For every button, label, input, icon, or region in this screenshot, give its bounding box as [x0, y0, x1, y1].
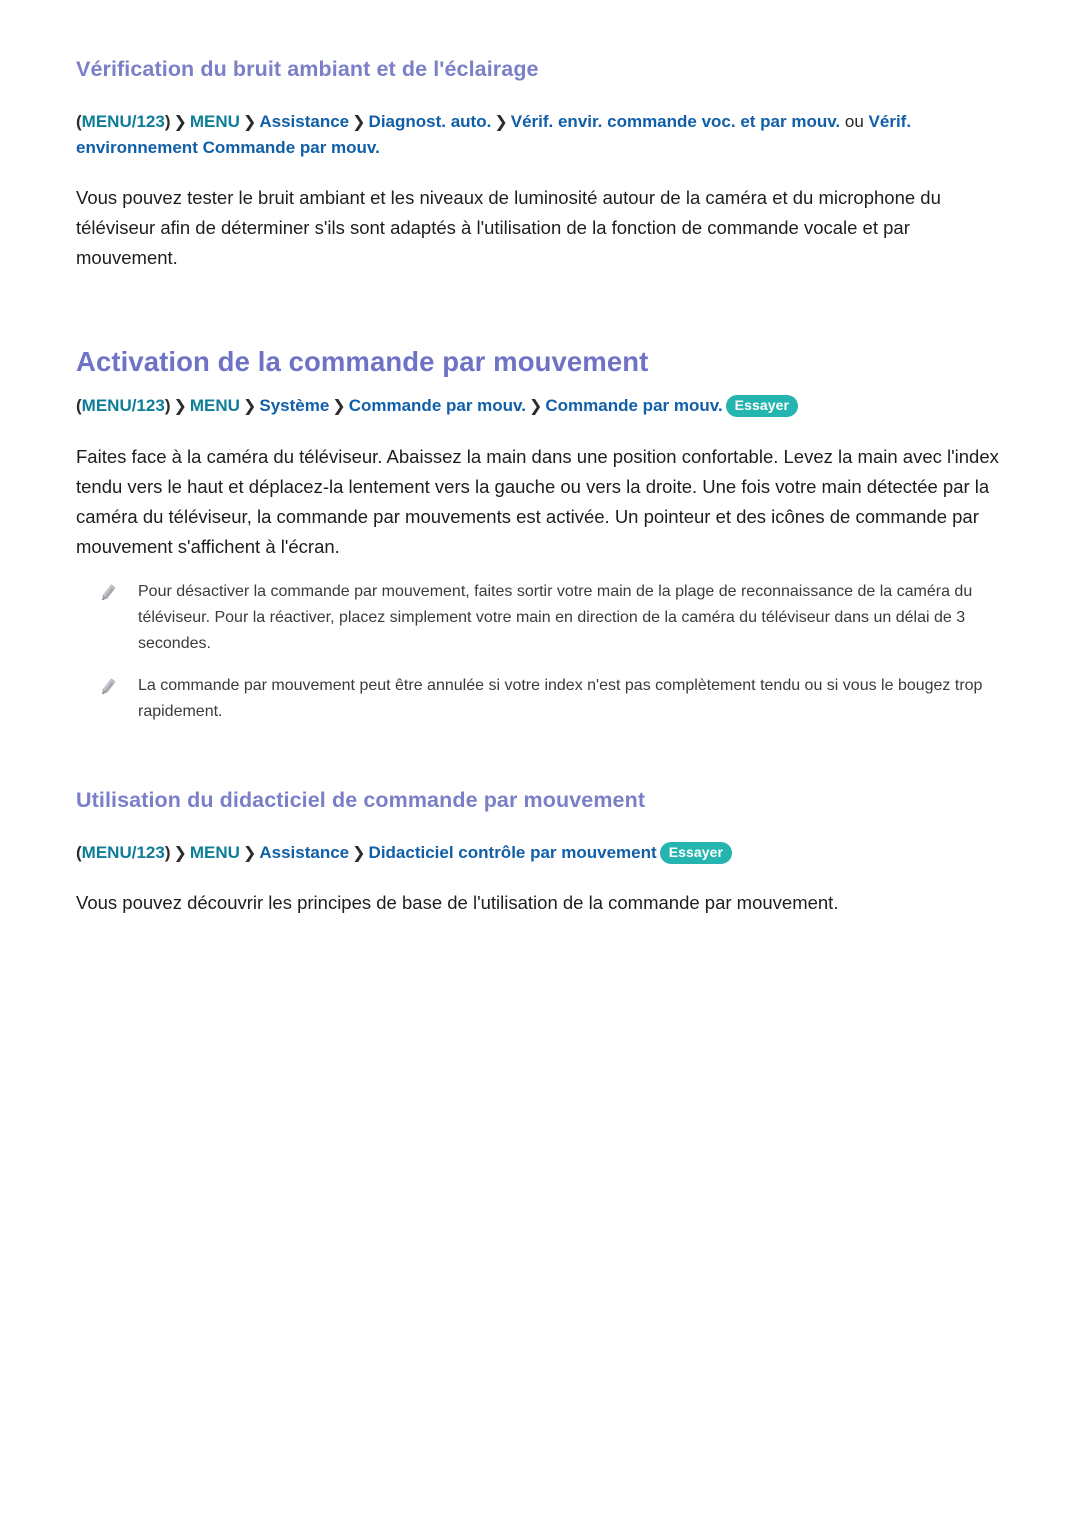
pencil-icon	[98, 676, 118, 698]
note-item: Pour désactiver la commande par mouvemen…	[76, 579, 1018, 657]
section-one-menu-path: (MENU/123) ❯ MENU ❯ Assistance ❯ Diagnost. aut…	[76, 109, 976, 161]
chevron-right-icon: ❯	[242, 844, 257, 862]
chevron-right-icon: ❯	[173, 113, 187, 131]
menu-path-item-verif-envir[interactable]: Vérif. envir. commande voc. et par mouv.	[511, 112, 840, 131]
menu-path-item-didacticiel[interactable]: Didacticiel contrôle par mouvement	[369, 843, 657, 862]
menu-path-menu123[interactable]: MENU/123	[82, 396, 165, 415]
section-two-heading: Activation de la commande par mouvement	[76, 345, 649, 377]
chevron-right-icon: ❯	[494, 113, 508, 131]
chevron-right-icon: ❯	[332, 398, 346, 416]
try-now-badge[interactable]: Essayer	[659, 841, 733, 864]
chevron-right-icon: ❯	[173, 398, 187, 416]
menu-path-conjunction: ou	[844, 111, 864, 131]
note-text: La commande par mouvement peut être annu…	[138, 677, 983, 721]
menu-path-item-assistance[interactable]: Assistance	[259, 843, 349, 862]
note-item: La commande par mouvement peut être annu…	[76, 673, 1018, 725]
menu-path-menu123[interactable]: MENU/123	[82, 112, 165, 131]
menu-path-item-commande-par-mouv[interactable]: Commande par mouv.	[349, 396, 526, 415]
menu-path-menu123[interactable]: MENU/123	[82, 843, 165, 862]
section-two-menu-path: (MENU/123) ❯ MENU ❯ Système ❯ Commande par mou…	[76, 393, 976, 419]
section-three-menu-path: (MENU/123) ❯ MENU ❯ Assistance ❯ Didacticiel c…	[76, 840, 976, 866]
try-now-badge[interactable]: Essayer	[725, 395, 799, 418]
chevron-right-icon: ❯	[352, 844, 366, 862]
chevron-right-icon: ❯	[528, 398, 543, 416]
menu-path-item-systeme[interactable]: Système	[259, 396, 329, 415]
document-page: Vérification du bruit ambiant et de l'éc…	[0, 0, 1080, 1527]
section-one-paragraph: Vous pouvez tester le bruit ambiant et l…	[76, 187, 941, 268]
menu-path-menu[interactable]: MENU	[190, 112, 240, 131]
section-three-heading: Utilisation du didacticiel de commande p…	[76, 788, 646, 813]
section-three-paragraph: Vous pouvez découvrir les principes de b…	[76, 892, 839, 914]
pencil-icon	[98, 582, 118, 604]
chevron-right-icon: ❯	[242, 113, 257, 131]
menu-path-item-assistance[interactable]: Assistance	[259, 112, 349, 131]
chevron-right-icon: ❯	[173, 844, 187, 862]
chevron-right-icon: ❯	[242, 398, 257, 416]
note-text: Pour désactiver la commande par mouvemen…	[138, 583, 973, 653]
section-two-notes-list: Pour désactiver la commande par mouvemen…	[76, 579, 1018, 725]
chevron-right-icon: ❯	[352, 113, 366, 131]
section-one-heading: Vérification du bruit ambiant et de l'éc…	[76, 57, 539, 81]
section-two-paragraph: Faites face à la caméra du téléviseur. A…	[76, 445, 999, 557]
menu-path-item-diagnostic[interactable]: Diagnost. auto.	[369, 112, 492, 131]
menu-path-menu[interactable]: MENU	[190, 843, 240, 862]
menu-path-item-commande-par-mouv-2[interactable]: Commande par mouv.	[545, 396, 722, 415]
menu-path-menu[interactable]: MENU	[190, 396, 240, 415]
